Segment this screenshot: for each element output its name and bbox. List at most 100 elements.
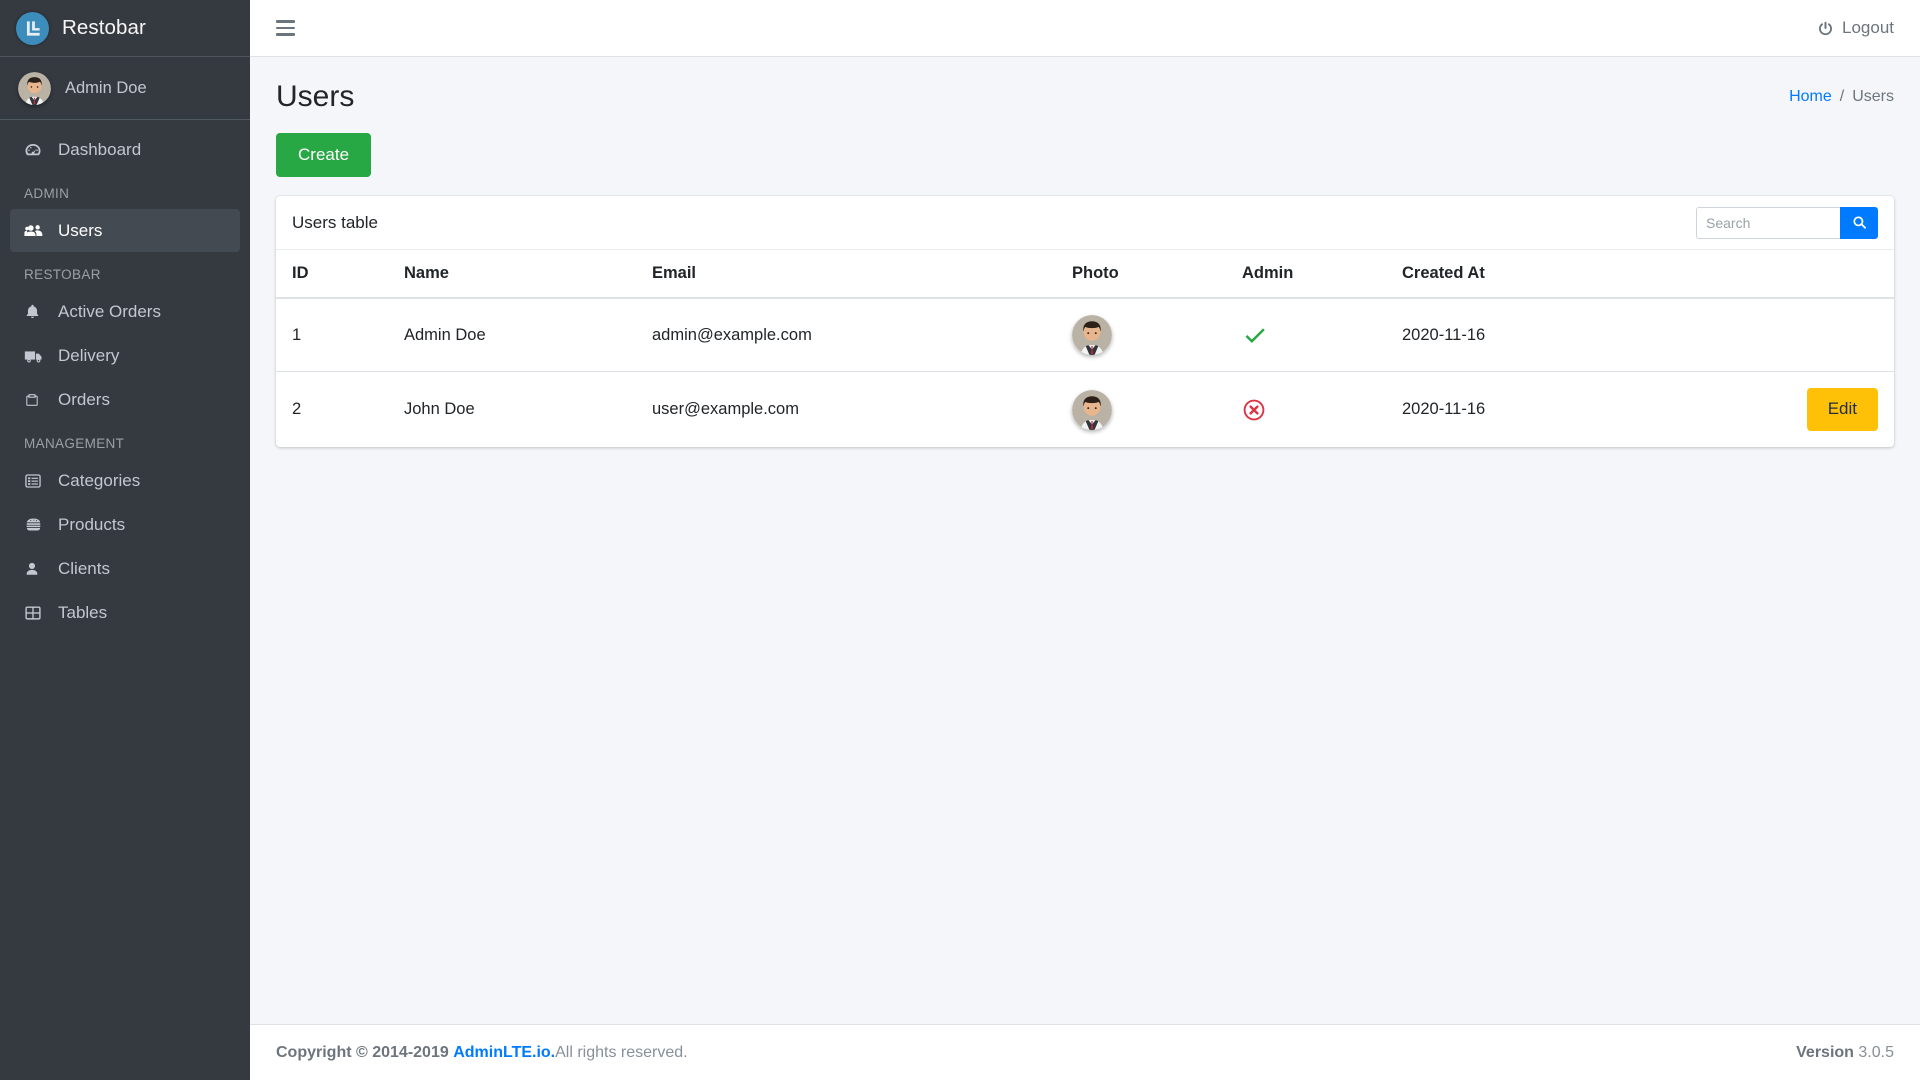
card-header: Users table <box>276 196 1894 250</box>
sidebar-item-label: Categories <box>58 471 140 491</box>
green-check-icon <box>1242 322 1370 348</box>
content-body: Create Users table <box>250 133 1920 1024</box>
column-header-photo: Photo <box>1056 250 1226 298</box>
power-off-icon <box>1817 20 1834 37</box>
card-title: Users table <box>292 213 378 233</box>
sidebar-header-admin: ADMIN <box>10 172 240 209</box>
cell-email: admin@example.com <box>636 298 1056 372</box>
red-circle-x-icon <box>1242 398 1370 422</box>
sidebar-nav: Dashboard ADMIN Users RESTOBAR <box>0 120 250 634</box>
top-navbar: Logout <box>250 0 1920 57</box>
cell-id: 2 <box>276 372 388 447</box>
breadcrumb-separator: / <box>1840 88 1844 106</box>
logout-button[interactable]: Logout <box>1813 12 1898 44</box>
sidebar-item-label: Clients <box>58 559 110 579</box>
sidebar-item-tables[interactable]: Tables <box>10 591 240 634</box>
app-root: Restobar Admin Doe <box>0 0 1920 1080</box>
cell-id: 1 <box>276 298 388 372</box>
footer-version: Version 3.0.5 <box>1796 1044 1894 1062</box>
tachometer-dashboard-icon <box>24 141 50 159</box>
breadcrumb: Home / Users <box>1789 88 1894 106</box>
footer-link-adminlte[interactable]: AdminLTE.io. <box>453 1044 555 1061</box>
list-alt-icon <box>24 472 50 490</box>
sidebar-item-label: Orders <box>58 390 110 410</box>
bell-icon <box>24 303 50 320</box>
create-button[interactable]: Create <box>276 133 371 177</box>
sidebar-item-delivery[interactable]: Delivery <box>10 334 240 377</box>
content-header: Users Home / Users <box>250 57 1920 133</box>
column-header-name: Name <box>388 250 636 298</box>
cell-photo <box>1056 372 1226 447</box>
search-button[interactable] <box>1840 207 1878 239</box>
sidebar-item-label: Dashboard <box>58 140 141 160</box>
user-icon <box>24 561 50 577</box>
column-header-admin: Admin <box>1226 250 1386 298</box>
footer-copyright-text: Copyright © 2014-2019 <box>276 1044 449 1061</box>
sidebar: Restobar Admin Doe <box>0 0 250 1080</box>
sidebar-item-orders[interactable]: Orders <box>10 378 240 421</box>
column-header-id: ID <box>276 250 388 298</box>
sidebar-header-restobar: RESTOBAR <box>10 253 240 290</box>
brand-name: Restobar <box>62 16 146 40</box>
sidebar-header-management: MANAGEMENT <box>10 422 240 459</box>
sidebar-item-products[interactable]: Products <box>10 503 240 546</box>
user-avatar-image <box>1072 390 1112 430</box>
search-icon <box>1852 215 1867 230</box>
page-title: Users <box>276 79 354 115</box>
column-header-email: Email <box>636 250 1056 298</box>
table-header-row: ID Name Email Photo Admin Created At <box>276 250 1894 298</box>
cell-actions <box>1646 298 1894 372</box>
users-table: ID Name Email Photo Admin Created At 1 <box>276 250 1894 446</box>
cell-name: Admin Doe <box>388 298 636 372</box>
card-tools <box>1696 207 1878 239</box>
cell-email: user@example.com <box>636 372 1056 447</box>
sidebar-item-active-orders[interactable]: Active Orders <box>10 290 240 333</box>
user-panel[interactable]: Admin Doe <box>0 57 250 120</box>
breadcrumb-home[interactable]: Home <box>1789 88 1832 106</box>
footer-rights: All rights reserved. <box>555 1044 688 1061</box>
edit-button[interactable]: Edit <box>1807 388 1878 430</box>
hamburger-menu-icon[interactable] <box>276 16 300 40</box>
sidebar-item-label: Active Orders <box>58 302 161 322</box>
logout-label: Logout <box>1842 18 1894 38</box>
search-group <box>1696 207 1878 239</box>
cell-admin <box>1226 298 1386 372</box>
table-row: 2 John Doe user@example.com <box>276 372 1894 447</box>
cell-admin <box>1226 372 1386 447</box>
cell-photo <box>1056 298 1226 372</box>
footer: Copyright © 2014-2019 AdminLTE.io.All ri… <box>250 1024 1920 1080</box>
brand-link[interactable]: Restobar <box>0 0 250 57</box>
footer-version-label: Version <box>1796 1044 1854 1061</box>
sidebar-item-label: Delivery <box>58 346 119 366</box>
footer-version-number: 3.0.5 <box>1858 1044 1894 1061</box>
user-avatar-image <box>1072 315 1112 355</box>
truck-icon <box>24 346 50 366</box>
hamburger-food-icon <box>24 515 50 534</box>
table-grid-icon <box>24 604 50 622</box>
clipboard-icon <box>24 392 50 408</box>
sidebar-item-dashboard[interactable]: Dashboard <box>10 128 240 171</box>
content-wrapper: Logout Users Home / Users Create Users t… <box>250 0 1920 1080</box>
adminlte-L-logo-icon <box>16 12 49 45</box>
table-head: ID Name Email Photo Admin Created At <box>276 250 1894 298</box>
footer-copyright: Copyright © 2014-2019 AdminLTE.io.All ri… <box>276 1044 688 1062</box>
user-panel-name: Admin Doe <box>65 79 147 98</box>
sidebar-item-label: Tables <box>58 603 107 623</box>
table-row: 1 Admin Doe admin@example.com <box>276 298 1894 372</box>
sidebar-item-users[interactable]: Users <box>10 209 240 252</box>
cell-actions: Edit <box>1646 372 1894 447</box>
sidebar-item-label: Users <box>58 221 102 241</box>
column-header-actions <box>1646 250 1894 298</box>
column-header-created: Created At <box>1386 250 1646 298</box>
users-card: Users table <box>276 196 1894 446</box>
search-input[interactable] <box>1696 207 1840 239</box>
cell-created-at: 2020-11-16 <box>1386 372 1646 447</box>
sidebar-item-label: Products <box>58 515 125 535</box>
breadcrumb-current: Users <box>1852 88 1894 106</box>
avatar <box>18 72 51 105</box>
cell-created-at: 2020-11-16 <box>1386 298 1646 372</box>
table-body: 1 Admin Doe admin@example.com <box>276 298 1894 446</box>
sidebar-item-categories[interactable]: Categories <box>10 459 240 502</box>
sidebar-item-clients[interactable]: Clients <box>10 547 240 590</box>
cell-name: John Doe <box>388 372 636 447</box>
